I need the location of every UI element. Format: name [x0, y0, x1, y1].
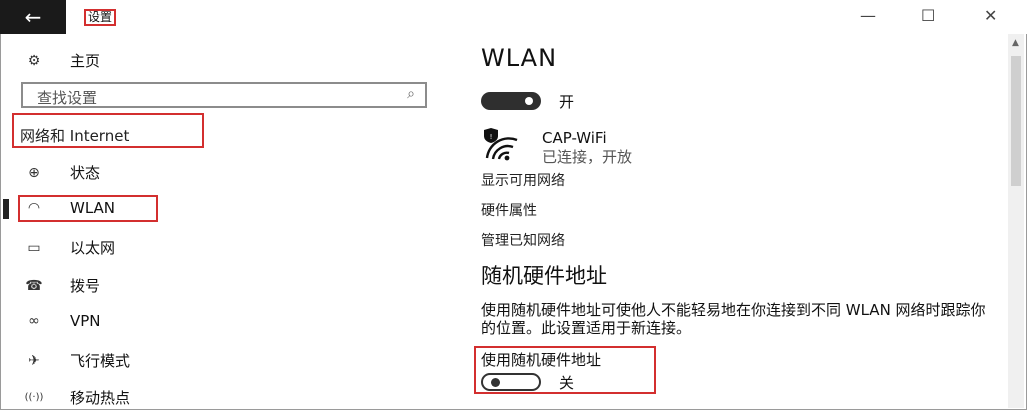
section-title: 网络和 Internet	[12, 113, 204, 148]
network-name: CAP-WiFi	[542, 129, 607, 147]
network-status: 已连接，开放	[542, 148, 633, 166]
scroll-thumb[interactable]	[1011, 56, 1021, 186]
sidebar-item-label: 飞行模式	[70, 352, 131, 370]
vpn-icon: ∞	[28, 313, 40, 329]
sidebar-item-ethernet[interactable]: ▭ 以太网	[24, 237, 115, 258]
active-indicator	[3, 199, 9, 219]
back-button[interactable]: ←	[0, 0, 66, 34]
link-hardware-properties[interactable]: 硬件属性	[481, 200, 537, 220]
section-heading-random-hw: 随机硬件地址	[481, 264, 607, 288]
wifi-shield-icon: !	[481, 128, 521, 162]
sidebar-item-status[interactable]: ⊕ 状态	[24, 162, 100, 183]
scroll-up-icon[interactable]: ▲	[1012, 38, 1019, 48]
random-hw-description: 使用随机硬件地址可使他人不能轻易地在你连接到不同 WLAN 网络时跟踪你的位置。…	[481, 301, 986, 337]
link-manage-known-networks[interactable]: 管理已知网络	[481, 230, 565, 250]
page-title: WLAN	[481, 44, 558, 72]
wifi-icon: ◠	[27, 200, 41, 216]
dialup-icon: ☎	[25, 277, 43, 294]
sidebar-item-vpn[interactable]: ∞ VPN	[24, 312, 101, 330]
back-arrow-icon: ←	[24, 5, 42, 29]
search-input[interactable]: 查找设置 ⌕	[21, 82, 427, 108]
sidebar-item-home[interactable]: ⚙ 主页	[24, 50, 100, 71]
link-show-available-networks[interactable]: 显示可用网络	[481, 170, 565, 190]
random-hw-toggle-label: 使用随机硬件地址	[481, 351, 602, 369]
search-icon: ⌕	[407, 86, 415, 102]
gear-icon: ⚙	[27, 52, 41, 69]
title-bar: ← 设置 — ☐ ✕	[0, 0, 1027, 34]
sidebar-item-wlan[interactable]: ◠ WLAN	[24, 199, 115, 217]
ethernet-icon: ▭	[27, 239, 41, 256]
random-hw-toggle[interactable]	[481, 373, 541, 391]
sidebar-item-dialup[interactable]: ☎ 拨号	[24, 275, 100, 296]
hotspot-icon: ((·))	[24, 392, 44, 403]
sidebar-item-airplane[interactable]: ✈ 飞行模式	[24, 350, 130, 371]
sidebar-item-label: 以太网	[70, 239, 116, 257]
svg-text:!: !	[490, 133, 493, 141]
airplane-icon: ✈	[28, 352, 40, 369]
sidebar-item-hotspot[interactable]: ((·)) 移动热点	[24, 387, 130, 408]
minimize-button[interactable]: —	[860, 6, 876, 25]
sidebar-item-label: WLAN	[70, 199, 116, 217]
sidebar-item-label: 拨号	[70, 277, 101, 295]
wlan-toggle-state: 开	[559, 93, 575, 111]
close-button[interactable]: ✕	[984, 6, 997, 25]
vertical-scrollbar[interactable]: ▲	[1008, 34, 1024, 408]
sidebar-item-label: 移动热点	[70, 389, 131, 407]
wlan-toggle[interactable]	[481, 92, 541, 110]
sidebar-item-label: VPN	[70, 312, 101, 330]
search-placeholder: 查找设置	[37, 89, 98, 107]
window-title: 设置	[84, 9, 117, 26]
globe-icon: ⊕	[28, 164, 40, 181]
sidebar-item-label: 主页	[70, 52, 101, 70]
sidebar-item-label: 状态	[70, 164, 101, 182]
maximize-button[interactable]: ☐	[921, 6, 935, 25]
random-hw-toggle-state: 关	[559, 374, 575, 392]
